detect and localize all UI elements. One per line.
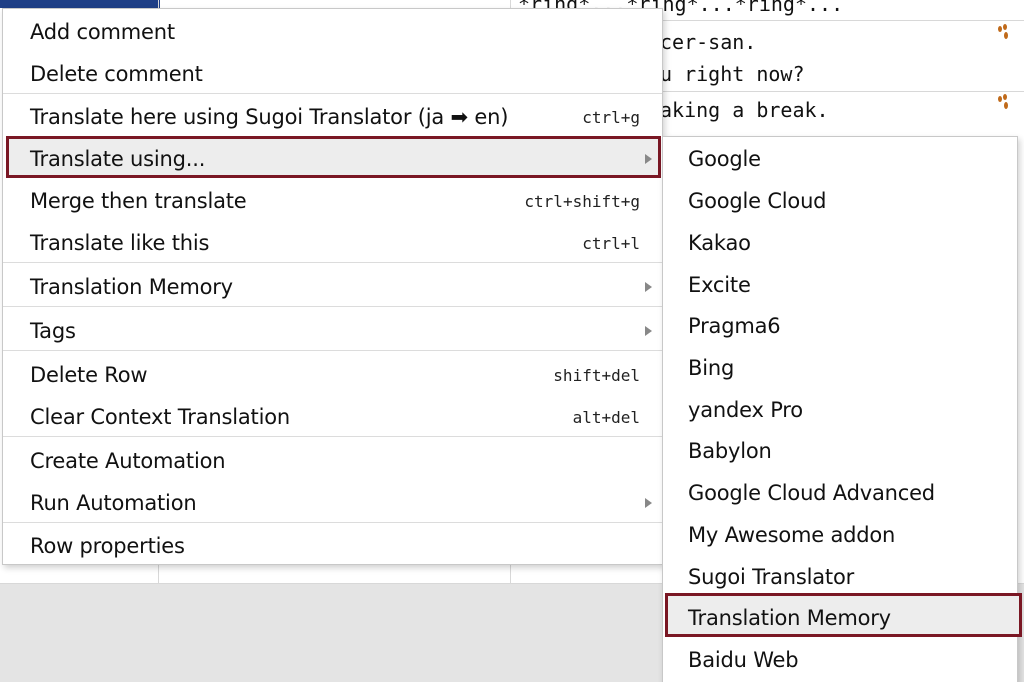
shortcut-text: ctrl+l <box>582 233 640 253</box>
menu-item-label: Delete Row <box>30 363 148 387</box>
menu-item-clear-context-translation[interactable]: Clear Context Translation alt+del <box>3 396 662 438</box>
menu-item-label: Create Automation <box>30 449 226 473</box>
menu-item-label: Add comment <box>30 20 175 44</box>
menu-separator <box>3 306 662 307</box>
menu-item-label: Clear Context Translation <box>30 405 290 429</box>
translate-using-submenu: Google Google Cloud Kakao Excite Pragma6… <box>662 136 1022 682</box>
menu-item-tags[interactable]: Tags <box>3 310 662 352</box>
submenu-item-pragma6[interactable]: Pragma6 <box>663 305 1017 347</box>
submenu-item-bing[interactable]: Bing <box>663 347 1017 389</box>
menu-item-label: Merge then translate <box>30 189 247 213</box>
shortcut-text: shift+del <box>553 365 640 385</box>
submenu-item-label: Baidu Web <box>688 648 799 672</box>
submenu-item-google-cloud-advanced[interactable]: Google Cloud Advanced <box>663 472 1017 514</box>
submenu-item-label: Google <box>688 147 761 171</box>
menu-item-label: Delete comment <box>30 62 203 86</box>
menu-item-label: Tags <box>30 319 76 343</box>
menu-separator <box>3 522 662 523</box>
shortcut-text: ctrl+g <box>582 107 640 127</box>
submenu-item-label: Sugoi Translator <box>688 565 855 589</box>
footprint-icon[interactable] <box>998 94 1008 112</box>
submenu-item-sugoi-translator[interactable]: Sugoi Translator <box>663 556 1017 598</box>
menu-item-label: Translate here using Sugoi Translator (j… <box>30 105 509 129</box>
menu-item-add-comment[interactable]: Add comment <box>3 11 662 53</box>
submenu-item-google[interactable]: Google <box>663 138 1017 180</box>
submenu-item-label: Kakao <box>688 231 751 255</box>
shortcut-text: alt+del <box>572 407 640 427</box>
context-menu: Add comment Delete comment Translate her… <box>2 8 663 565</box>
submenu-item-my-awesome-addon[interactable]: My Awesome addon <box>663 514 1017 556</box>
submenu-item-baidu-web[interactable]: Baidu Web <box>663 639 1017 681</box>
submenu-item-excite[interactable]: Excite <box>663 264 1017 306</box>
shortcut-text: ctrl+shift+g <box>524 191 640 211</box>
footprint-icon[interactable] <box>1000 0 1010 8</box>
submenu-item-label: yandex Pro <box>688 398 803 422</box>
menu-separator <box>3 262 662 263</box>
submenu-arrow-icon <box>645 282 652 292</box>
menu-item-create-automation[interactable]: Create Automation <box>3 440 662 482</box>
menu-separator <box>3 350 662 351</box>
menu-item-label: Translation Memory <box>30 275 233 299</box>
submenu-item-label: Pragma6 <box>688 314 781 338</box>
menu-item-run-automation[interactable]: Run Automation <box>3 482 662 524</box>
menu-item-delete-comment[interactable]: Delete comment <box>3 53 662 95</box>
submenu-item-label: Google Cloud <box>688 189 827 213</box>
menu-separator <box>3 93 662 94</box>
submenu-item-babylon[interactable]: Babylon <box>663 430 1017 472</box>
submenu-arrow-icon <box>645 498 652 508</box>
submenu-item-label: Excite <box>688 273 751 297</box>
menu-separator <box>3 436 662 437</box>
submenu-arrow-icon <box>645 326 652 336</box>
submenu-item-label: Bing <box>688 356 735 380</box>
submenu-item-label: Babylon <box>688 439 772 463</box>
menu-item-label: Run Automation <box>30 491 197 515</box>
menu-item-row-properties[interactable]: Row properties <box>3 525 662 567</box>
submenu-item-google-cloud[interactable]: Google Cloud <box>663 180 1017 222</box>
submenu-item-kakao[interactable]: Kakao <box>663 222 1017 264</box>
menu-item-delete-row[interactable]: Delete Row shift+del <box>3 354 662 396</box>
menu-item-label: Translate like this <box>30 231 210 255</box>
menu-item-label: Translate using... <box>30 147 206 171</box>
footprint-icon[interactable] <box>998 24 1008 42</box>
menu-item-translation-memory[interactable]: Translation Memory <box>3 266 662 308</box>
grid-header-tab <box>0 0 160 8</box>
menu-item-translate-like-this[interactable]: Translate like this ctrl+l <box>3 222 662 264</box>
submenu-item-yandex-pro[interactable]: yandex Pro <box>663 389 1017 431</box>
menu-item-label: Row properties <box>30 534 185 558</box>
submenu-arrow-icon <box>645 154 652 164</box>
submenu-item-translation-memory[interactable]: Translation Memory <box>663 597 1017 639</box>
menu-item-translate-here[interactable]: Translate here using Sugoi Translator (j… <box>3 96 662 138</box>
submenu-item-label: Translation Memory <box>688 606 891 630</box>
menu-item-translate-using[interactable]: Translate using... <box>3 138 662 180</box>
menu-item-merge-then-translate[interactable]: Merge then translate ctrl+shift+g <box>3 180 662 222</box>
submenu-item-label: Google Cloud Advanced <box>688 481 935 505</box>
submenu-item-label: My Awesome addon <box>688 523 896 547</box>
